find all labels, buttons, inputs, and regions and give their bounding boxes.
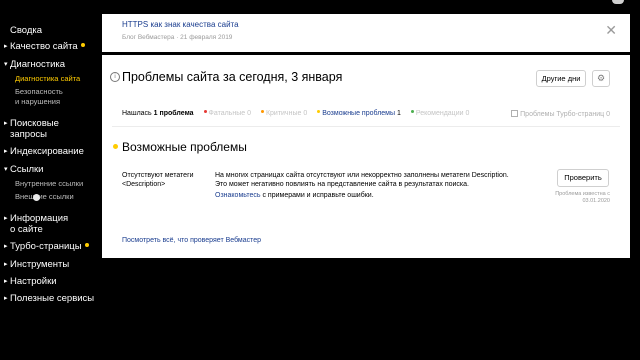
sidebar-item-search-queries[interactable]: ▸ Поисковые: [4, 119, 59, 129]
fatal-dot-icon: [203, 110, 207, 113]
check-button[interactable]: Проверить: [557, 169, 609, 187]
sidebar-item-settings[interactable]: ▸ Настройки: [4, 277, 57, 287]
sidebar-item-site-quality[interactable]: ▸ Качество сайта: [4, 42, 85, 52]
alert-dot-icon: [84, 243, 89, 247]
site-problems-panel: i Проблемы сайта за сегодня, 3 января Др…: [102, 55, 630, 258]
other-days-button[interactable]: Другие дни: [536, 70, 586, 87]
sidebar-item-tools[interactable]: ▸ Инструменты: [4, 260, 69, 270]
sidebar-item-indexing[interactable]: ▸ Индексирование: [4, 147, 84, 157]
sidebar-item-useful-services[interactable]: ▸ Полезные сервисы: [4, 294, 94, 304]
sidebar-item-diagnostics[interactable]: ▾ Диагностика: [4, 60, 65, 70]
sidebar-subitem-internal-links[interactable]: Внутренние ссылки: [15, 179, 83, 188]
checkbox-icon: [511, 110, 519, 117]
recs-dot-icon: [410, 110, 414, 113]
mouse-cursor-icon: [33, 194, 40, 201]
sidebar-item-links[interactable]: ▾ Ссылки: [4, 165, 43, 175]
sidebar: Сводка ▸ Качество сайта ▾ Диагностика Диаг…: [0, 14, 100, 360]
filter-possible[interactable]: Возможные проблемы 1: [315, 110, 401, 117]
sidebar-subitem-violations[interactable]: и нарушения: [15, 97, 60, 106]
info-icon: i: [110, 72, 120, 82]
filter-critical[interactable]: Критичные 0: [259, 110, 307, 117]
news-title-link[interactable]: HTTPS как знак качества сайта: [122, 20, 239, 29]
divider: [112, 126, 620, 127]
sidebar-item-site-info-line2[interactable]: о сайте: [10, 225, 43, 235]
sidebar-subitem-security[interactable]: Безопасность: [15, 87, 63, 96]
news-banner: HTTPS как знак качества сайта Блог Вебма…: [102, 14, 630, 52]
filter-recommendations[interactable]: Рекомендации 0: [409, 110, 469, 117]
problem-help: Ознакомьтесь с примерами и исправьте оши…: [215, 192, 374, 199]
filter-fatal[interactable]: Фатальные 0: [202, 110, 251, 117]
problem-filters: Нашлась 1 проблема Фатальные 0 Критичные…: [122, 110, 475, 117]
sidebar-subitem-external-links[interactable]: Внешние ссылки: [15, 192, 74, 201]
see-all-checks-link[interactable]: Посмотреть всё, что проверяет Вебмастер: [122, 237, 261, 244]
sidebar-item-summary[interactable]: Сводка: [10, 26, 42, 36]
problem-name: Отсутствуют метатеги <Description>: [122, 172, 194, 188]
sidebar-item-search-queries-line2[interactable]: запросы: [10, 130, 47, 140]
sidebar-subitem-site-diagnostics[interactable]: Диагностика сайта: [15, 74, 80, 83]
possible-problems-dot-icon: [113, 144, 118, 149]
examples-link[interactable]: Ознакомьтесь: [215, 192, 261, 199]
top-bar: [0, 0, 640, 14]
problem-description: На многих страницах сайта отсутствуют ил…: [215, 172, 509, 188]
close-icon[interactable]: ✕: [605, 23, 617, 37]
gear-icon[interactable]: ⚙: [592, 70, 610, 87]
section-title: Возможные проблемы: [122, 140, 247, 154]
alert-dot-icon: [80, 43, 85, 47]
sidebar-item-turbo-pages[interactable]: ▸ Турбо-страницы: [4, 242, 89, 252]
problem-known-since: Проблема известна с 03.01.2020: [555, 191, 610, 204]
avatar[interactable]: [612, 0, 624, 4]
critical-dot-icon: [260, 110, 264, 113]
possible-dot-icon: [317, 110, 321, 113]
filter-turbo-problems[interactable]: Проблемы Турбо-страниц 0: [511, 110, 610, 118]
filter-found[interactable]: Нашлась 1 проблема: [122, 110, 194, 117]
page-title: Проблемы сайта за сегодня, 3 января: [122, 70, 343, 84]
news-meta: Блог Вебмастера · 21 февраля 2019: [122, 34, 233, 41]
sidebar-item-site-info[interactable]: ▸ Информация: [4, 214, 68, 224]
